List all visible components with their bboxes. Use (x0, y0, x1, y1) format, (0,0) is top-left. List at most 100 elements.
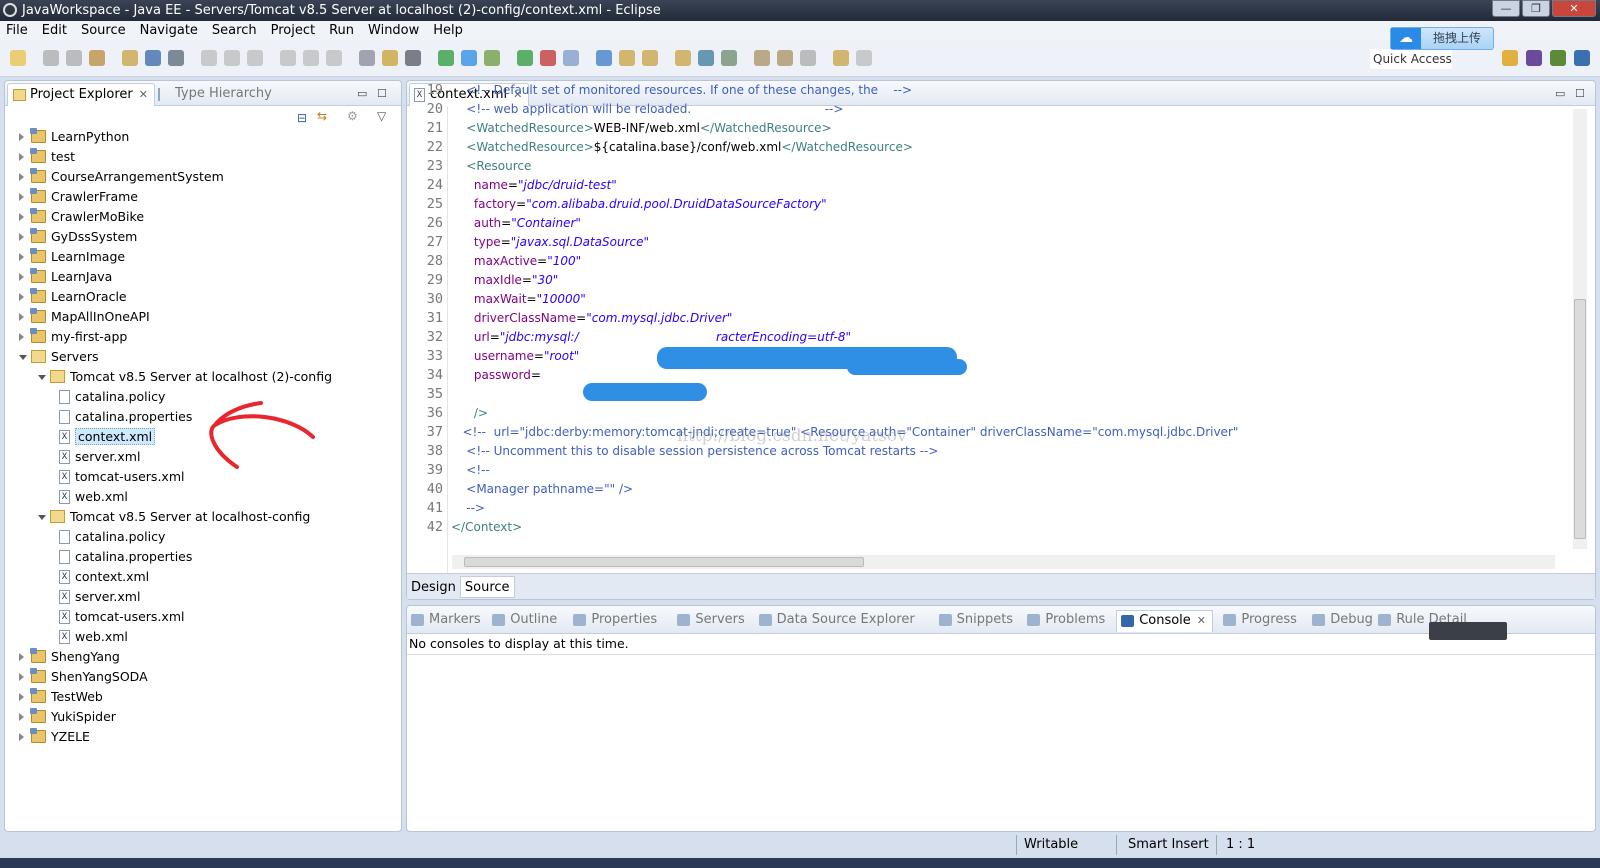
tree-item[interactable]: Xcontext.xml (57, 567, 149, 587)
tree-item[interactable]: Xserver.xml (57, 587, 140, 607)
toolbar-button-icon[interactable] (563, 50, 579, 66)
menu-search[interactable]: Search (212, 21, 257, 41)
tree-item[interactable]: ShenYangSODA (19, 667, 148, 687)
link-with-editor-icon[interactable]: ⇆ (317, 109, 327, 123)
console-mini-toolbar[interactable] (1429, 622, 1507, 640)
toolbar-button-icon[interactable] (754, 50, 770, 66)
tree-item[interactable]: Servers (19, 347, 99, 367)
toolbar-button-icon[interactable] (675, 50, 691, 66)
toolbar-button-icon[interactable] (201, 50, 217, 66)
tab-servers[interactable]: Servers (677, 610, 745, 632)
maximize-editor-icon[interactable]: ☐ (1575, 87, 1585, 100)
toolbar-button-icon[interactable] (280, 50, 296, 66)
collapsed-arrow-icon[interactable] (19, 333, 24, 341)
toolbar-button-icon[interactable] (517, 50, 533, 66)
toolbar-button-icon[interactable] (145, 50, 161, 66)
tab-markers[interactable]: Markers (411, 610, 481, 632)
tree-item[interactable]: LearnPython (19, 127, 129, 147)
tree-item[interactable]: TestWeb (19, 687, 103, 707)
tab-outline[interactable]: Outline (492, 610, 557, 632)
tab-debug[interactable]: Debug (1312, 610, 1373, 632)
toolbar-button-icon[interactable] (800, 50, 816, 66)
expanded-arrow-icon[interactable] (38, 515, 46, 520)
tree-item[interactable]: YukiSpider (19, 707, 116, 727)
toolbar-button-icon[interactable] (168, 50, 184, 66)
view-menu-icon[interactable]: ▽ (377, 109, 386, 123)
tab-properties[interactable]: Properties (573, 610, 657, 632)
collapsed-arrow-icon[interactable] (19, 733, 24, 741)
toolbar-button-icon[interactable] (326, 50, 342, 66)
tree-item[interactable]: Xtomcat-users.xml (57, 607, 184, 627)
collapsed-arrow-icon[interactable] (19, 273, 24, 281)
toolbar-button-icon[interactable] (382, 50, 398, 66)
tab-console[interactable]: Console ✕ (1116, 610, 1214, 632)
perspective-icon[interactable] (1502, 50, 1518, 66)
tab-type-hierarchy[interactable]: Type Hierarchy (153, 83, 278, 106)
tree-item[interactable]: LearnImage (19, 247, 125, 267)
menu-window[interactable]: Window (368, 21, 419, 41)
expanded-arrow-icon[interactable] (19, 355, 27, 360)
toolbar-button-icon[interactable] (438, 50, 454, 66)
toolbar-button-icon[interactable] (122, 50, 138, 66)
toolbar-button-icon[interactable] (777, 50, 793, 66)
tree-item[interactable]: YZELE (19, 727, 90, 747)
tree-item[interactable]: LearnJava (19, 267, 112, 287)
quick-access-input[interactable]: Quick Access (1370, 49, 1452, 69)
tree-item[interactable]: Xserver.xml (57, 447, 140, 467)
tab-design[interactable]: Design (407, 577, 460, 599)
toolbar-button-icon[interactable] (89, 50, 105, 66)
collapsed-arrow-icon[interactable] (19, 693, 24, 701)
menu-project[interactable]: Project (271, 21, 315, 41)
toolbar-button-icon[interactable] (461, 50, 477, 66)
tree-item[interactable]: catalina.properties (57, 547, 192, 567)
toolbar-button-icon[interactable] (359, 50, 375, 66)
tree-item[interactable]: Xcontext.xml (57, 427, 156, 447)
toolbar-button-icon[interactable] (619, 50, 635, 66)
collapsed-arrow-icon[interactable] (19, 653, 24, 661)
menu-help[interactable]: Help (433, 21, 463, 41)
maximize-view-icon[interactable]: ☐ (377, 87, 387, 100)
menu-file[interactable]: File (6, 21, 28, 41)
toolbar-button-icon[interactable] (596, 50, 612, 66)
maximize-button[interactable]: ❐ (1522, 0, 1550, 17)
tree-item[interactable]: LearnOracle (19, 287, 127, 307)
collapsed-arrow-icon[interactable] (19, 293, 24, 301)
tree-item[interactable]: CrawlerMoBike (19, 207, 144, 227)
menu-navigate[interactable]: Navigate (140, 21, 198, 41)
close-tab-icon[interactable]: ✕ (139, 88, 148, 101)
tree-item[interactable]: catalina.policy (57, 387, 165, 407)
expanded-arrow-icon[interactable] (38, 375, 46, 380)
toolbar-button-icon[interactable] (303, 50, 319, 66)
toolbar-button-icon[interactable] (66, 50, 82, 66)
toolbar-button-icon[interactable] (10, 50, 26, 66)
toolbar-button-icon[interactable] (721, 50, 737, 66)
tree-item[interactable]: test (19, 147, 75, 167)
tree-item[interactable]: my-first-app (19, 327, 127, 347)
tree-item[interactable]: Tomcat v8.5 Server at localhost (2)-conf… (38, 367, 332, 387)
collapse-all-icon[interactable]: ⊟ (297, 111, 307, 125)
toolbar-button-icon[interactable] (247, 50, 263, 66)
tree-item[interactable]: GyDssSystem (19, 227, 137, 247)
close-button[interactable]: ✕ (1552, 0, 1596, 17)
collapsed-arrow-icon[interactable] (19, 673, 24, 681)
collapsed-arrow-icon[interactable] (19, 153, 24, 161)
horizontal-scrollbar[interactable] (452, 555, 1555, 569)
menu-source[interactable]: Source (81, 21, 126, 41)
collapsed-arrow-icon[interactable] (19, 253, 24, 261)
upload-widget[interactable]: ☁ 拖拽上传 (1390, 27, 1494, 50)
perspective-icon[interactable] (1526, 50, 1542, 66)
menu-run[interactable]: Run (329, 21, 354, 41)
tree-item[interactable]: Xweb.xml (57, 627, 128, 647)
collapsed-arrow-icon[interactable] (19, 713, 24, 721)
tab-data-source-explorer[interactable]: Data Source Explorer (758, 610, 915, 632)
perspective-icon[interactable] (1550, 50, 1566, 66)
collapsed-arrow-icon[interactable] (19, 313, 24, 321)
toolbar-button-icon[interactable] (642, 50, 658, 66)
toolbar-button-icon[interactable] (405, 50, 421, 66)
tab-progress[interactable]: Progress (1223, 610, 1297, 632)
close-tab-icon[interactable]: ✕ (1197, 614, 1206, 627)
collapsed-arrow-icon[interactable] (19, 193, 24, 201)
collapsed-arrow-icon[interactable] (19, 173, 24, 181)
minimize-view-icon[interactable]: ▭ (357, 87, 367, 100)
menu-edit[interactable]: Edit (42, 21, 67, 41)
